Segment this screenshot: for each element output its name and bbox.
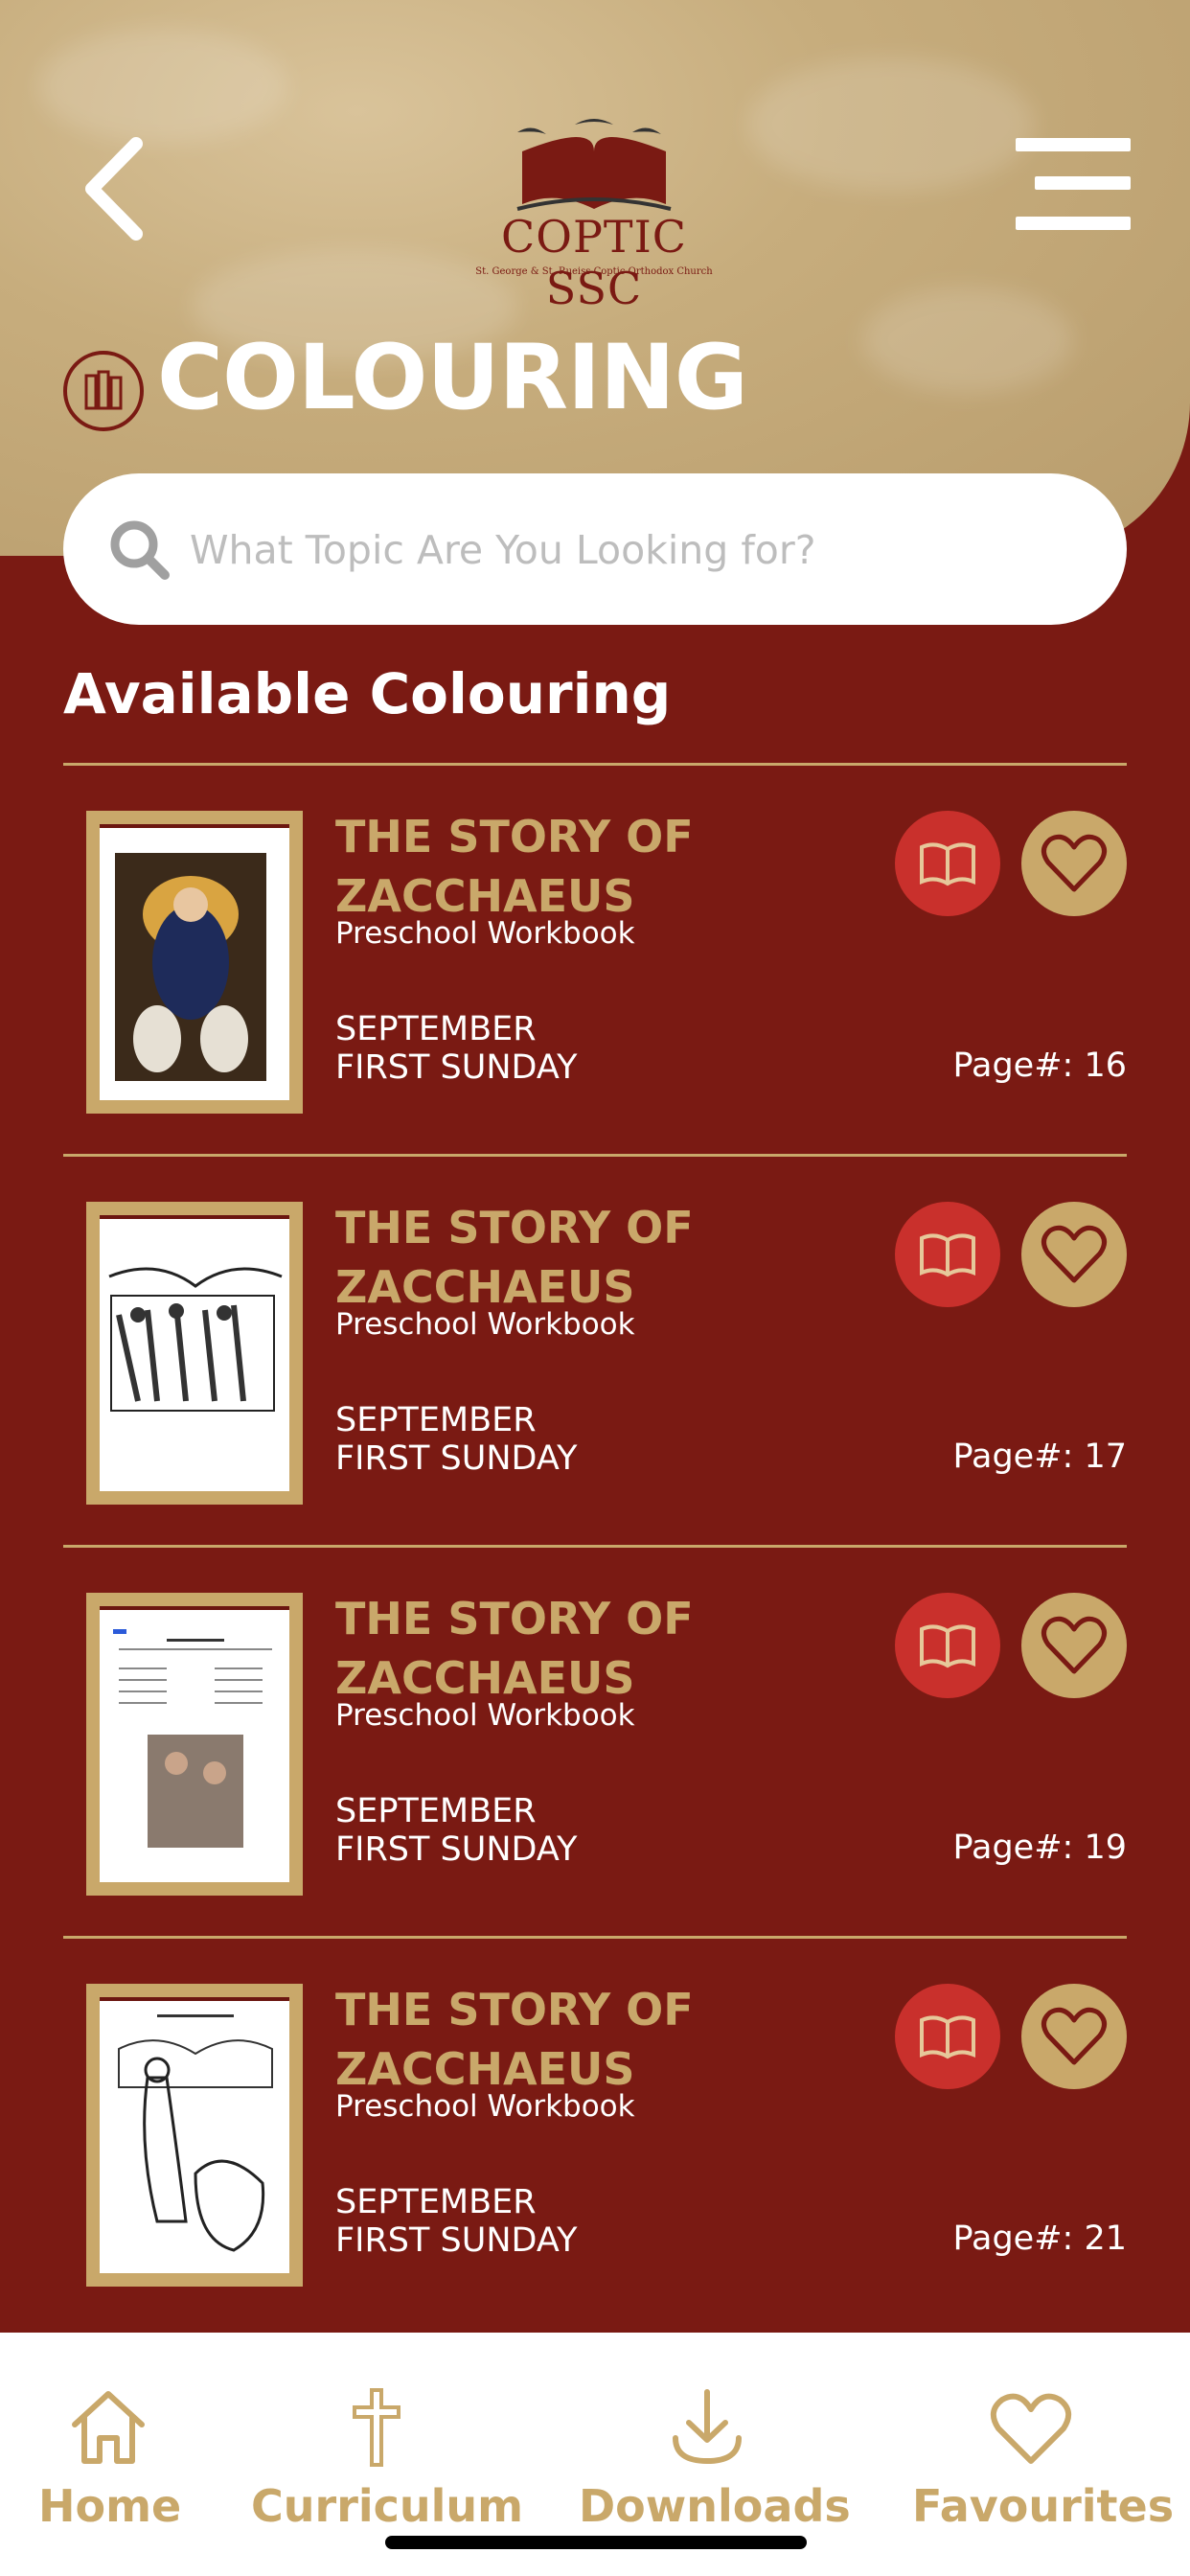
card-title: THE STORY OF ZACCHAEUS: [335, 811, 694, 922]
divider: [63, 1936, 1127, 1939]
tab-favourites[interactable]: Favourites: [912, 2384, 1175, 2532]
page-title: COLOURING: [157, 326, 748, 430]
tab-label: Home: [38, 2480, 182, 2532]
thumbnail: [86, 1593, 303, 1896]
card-week: FIRST SUNDAY: [335, 2221, 578, 2260]
card-title: THE STORY OF ZACCHAEUS: [335, 1984, 694, 2095]
list-item[interactable]: THE STORY OF ZACCHAEUS Preschool Workboo…: [63, 1961, 1127, 2287]
heart-icon: [990, 2393, 1072, 2464]
tab-label: Curriculum: [251, 2480, 524, 2532]
card-month: SEPTEMBER: [335, 1010, 537, 1048]
download-icon: [673, 2389, 742, 2464]
book-icon: [920, 1233, 975, 1277]
card-title: THE STORY OF ZACCHAEUS: [335, 1202, 694, 1313]
cross-icon: [353, 2388, 400, 2467]
search-input[interactable]: [188, 512, 1092, 588]
menu-icon-bar: [1035, 176, 1131, 190]
thumbnail: [86, 1202, 303, 1505]
card-page-number: Page#: 21: [952, 2220, 1127, 2258]
tab-home[interactable]: Home: [38, 2384, 182, 2532]
book-icon: [920, 1624, 975, 1668]
section-title: Available Colouring: [63, 661, 672, 726]
search-bar[interactable]: [63, 473, 1127, 625]
favourite-button[interactable]: [1021, 811, 1127, 916]
card-week: FIRST SUNDAY: [335, 1048, 578, 1087]
heart-icon: [1041, 1225, 1107, 1283]
menu-button[interactable]: [1016, 134, 1131, 234]
open-book-button[interactable]: [895, 1593, 1000, 1698]
divider: [63, 763, 1127, 766]
card-week: FIRST SUNDAY: [335, 1830, 578, 1869]
heart-icon: [1041, 834, 1107, 892]
card-subtitle: Preschool Workbook: [335, 916, 635, 951]
card-title: THE STORY OF ZACCHAEUS: [335, 1593, 694, 1704]
menu-icon-bar: [1016, 138, 1131, 151]
card-month: SEPTEMBER: [335, 1401, 537, 1439]
card-month: SEPTEMBER: [335, 2183, 537, 2221]
logo-subtitle: St. George & St. Rueiss Coptic Orthodox …: [475, 266, 713, 277]
crayons-icon: [63, 351, 144, 431]
heart-icon: [1041, 2007, 1107, 2065]
home-indicator: [385, 2536, 807, 2549]
search-icon: [110, 520, 170, 580]
menu-icon-bar: [1016, 217, 1131, 230]
card-date: SEPTEMBER FIRST SUNDAY: [335, 1792, 577, 1869]
thumbnail: [86, 811, 303, 1114]
card-date: SEPTEMBER FIRST SUNDAY: [335, 2183, 577, 2260]
tab-downloads[interactable]: Downloads: [579, 2384, 851, 2532]
card-subtitle: Preschool Workbook: [335, 1307, 635, 1342]
card-subtitle: Preschool Workbook: [335, 2089, 635, 2124]
chevron-left-icon: [85, 137, 143, 241]
card-week: FIRST SUNDAY: [335, 1439, 578, 1478]
open-book-button[interactable]: [895, 811, 1000, 916]
open-book-button[interactable]: [895, 1202, 1000, 1307]
book-icon: [920, 2015, 975, 2059]
heart-icon: [1041, 1616, 1107, 1674]
card-date: SEPTEMBER FIRST SUNDAY: [335, 1401, 577, 1478]
back-button[interactable]: [79, 136, 155, 242]
list-item[interactable]: THE STORY OF ZACCHAEUS Preschool Workboo…: [63, 1570, 1127, 1896]
tab-curriculum[interactable]: Curriculum: [251, 2384, 524, 2532]
card-page-number: Page#: 19: [952, 1828, 1127, 1867]
card-page-number: Page#: 17: [952, 1438, 1127, 1476]
card-date: SEPTEMBER FIRST SUNDAY: [335, 1010, 577, 1087]
favourite-button[interactable]: [1021, 1202, 1127, 1307]
divider: [63, 1154, 1127, 1157]
thumbnail: [86, 1984, 303, 2287]
logo-title: COPTIC SSC: [501, 211, 687, 314]
list-item[interactable]: THE STORY OF ZACCHAEUS Preschool Workboo…: [63, 1179, 1127, 1505]
tab-label: Downloads: [579, 2480, 851, 2532]
card-page-number: Page#: 16: [952, 1046, 1127, 1085]
list-item[interactable]: THE STORY OF ZACCHAEUS Preschool Workboo…: [63, 788, 1127, 1114]
open-book-button[interactable]: [895, 1984, 1000, 2089]
tab-label: Favourites: [912, 2480, 1175, 2532]
divider: [63, 1545, 1127, 1548]
home-icon: [72, 2391, 145, 2464]
card-month: SEPTEMBER: [335, 1792, 537, 1830]
card-subtitle: Preschool Workbook: [335, 1698, 635, 1733]
book-icon: [920, 842, 975, 886]
favourite-button[interactable]: [1021, 1593, 1127, 1698]
favourite-button[interactable]: [1021, 1984, 1127, 2089]
